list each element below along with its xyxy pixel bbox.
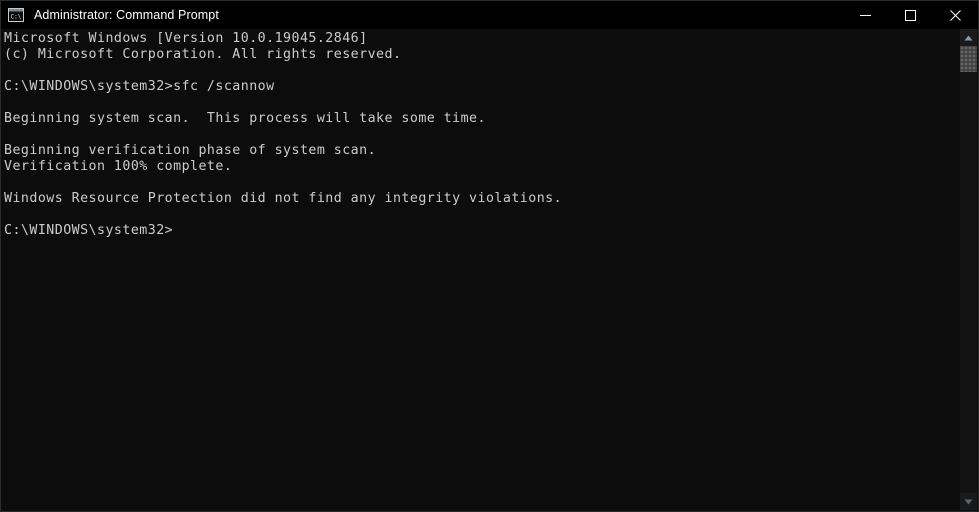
scrollbar-thumb[interactable] (960, 46, 977, 72)
scroll-up-button[interactable] (960, 29, 977, 46)
scrollbar-track[interactable] (960, 46, 977, 493)
scroll-down-arrow-icon (964, 499, 973, 505)
close-button[interactable] (933, 1, 978, 29)
window-title: Administrator: Command Prompt (34, 8, 219, 22)
console-text: Microsoft Windows [Version 10.0.19045.28… (4, 31, 563, 238)
vertical-scrollbar[interactable] (960, 29, 977, 510)
window-controls (843, 1, 978, 29)
minimize-button[interactable] (843, 1, 888, 29)
title-bar[interactable]: C:\ Administrator: Command Prompt (1, 1, 978, 29)
command-prompt-window: C:\ Administrator: Command Prompt Micros… (0, 0, 979, 512)
scroll-up-arrow-icon (964, 35, 973, 41)
console-output-area[interactable]: Microsoft Windows [Version 10.0.19045.28… (1, 29, 978, 511)
command-prompt-icon[interactable]: C:\ (8, 8, 24, 22)
scroll-down-button[interactable] (960, 493, 977, 510)
maximize-button[interactable] (888, 1, 933, 29)
svg-text:C:\: C:\ (11, 14, 22, 21)
